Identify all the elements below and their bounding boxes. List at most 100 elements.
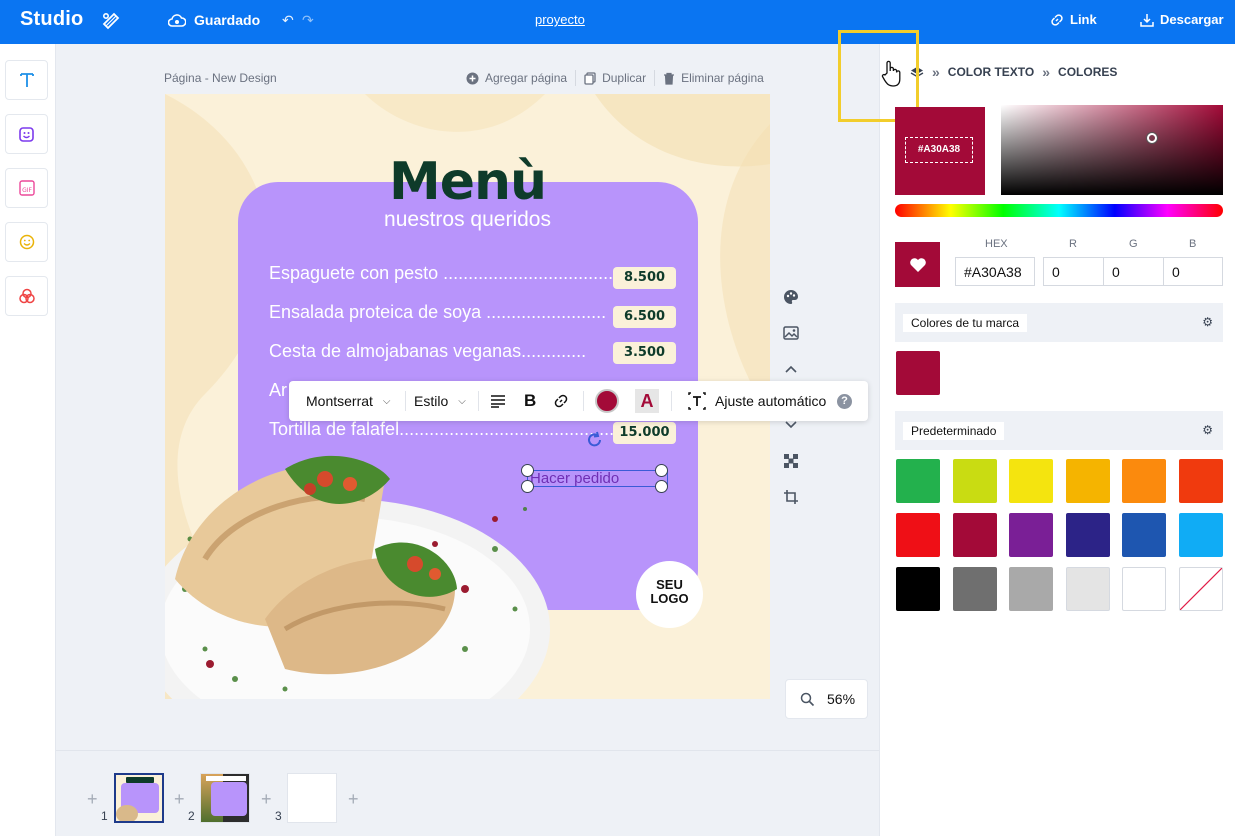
hue-slider[interactable] bbox=[895, 204, 1223, 217]
download-icon bbox=[1140, 13, 1154, 27]
price-tag[interactable]: 3.500 bbox=[613, 342, 676, 364]
color-swatch[interactable] bbox=[952, 513, 997, 557]
color-swatch[interactable] bbox=[1178, 513, 1223, 557]
zoom-control[interactable]: 56% bbox=[785, 679, 868, 719]
page-number: 3 bbox=[275, 809, 282, 823]
emoji-icon bbox=[19, 234, 34, 250]
settings-sliders-icon[interactable]: ⚙ bbox=[1202, 315, 1213, 329]
link-icon bbox=[1051, 13, 1063, 26]
color-swatch[interactable] bbox=[1009, 513, 1053, 557]
color-swatch[interactable] bbox=[1065, 513, 1110, 557]
menu-subtitle[interactable]: nuestros queridos bbox=[165, 208, 770, 232]
current-hex: #A30A38 bbox=[905, 137, 973, 163]
align-button[interactable] bbox=[490, 381, 506, 421]
resize-handle[interactable] bbox=[521, 464, 534, 477]
project-name[interactable]: proyecto bbox=[535, 12, 585, 27]
gif-tool[interactable]: GIF bbox=[5, 168, 48, 208]
picker-handle[interactable] bbox=[1147, 133, 1157, 143]
redo-icon[interactable]: ↷ bbox=[302, 12, 314, 29]
link-button[interactable]: Link bbox=[1050, 12, 1097, 27]
chevron-up-icon[interactable] bbox=[782, 360, 800, 378]
color-swatch[interactable] bbox=[1122, 513, 1166, 557]
link-text-button[interactable] bbox=[553, 381, 569, 421]
divider bbox=[583, 391, 584, 411]
wrap-food-image[interactable] bbox=[165, 449, 565, 699]
menu-item[interactable]: Cesta de almojabanas veganas............… bbox=[269, 341, 586, 362]
trash-icon bbox=[664, 72, 675, 85]
transparency-icon[interactable] bbox=[782, 452, 800, 470]
saturation-picker[interactable] bbox=[1001, 105, 1223, 195]
page-thumbnail[interactable] bbox=[287, 773, 337, 823]
page-thumbnail[interactable] bbox=[200, 773, 250, 823]
color-swatch[interactable] bbox=[1178, 567, 1223, 611]
auto-fit-button[interactable]: Ajuste automático bbox=[681, 381, 833, 421]
style-select[interactable]: Estilo ⌵ bbox=[414, 381, 466, 421]
price-tag[interactable]: 6.500 bbox=[613, 306, 676, 328]
color-swatch[interactable] bbox=[952, 459, 997, 503]
color-swatch[interactable] bbox=[896, 459, 940, 503]
color-swatch[interactable] bbox=[896, 567, 940, 611]
menu-item[interactable]: Ar bbox=[269, 380, 287, 401]
resize-handle[interactable] bbox=[521, 480, 534, 493]
brand-icon bbox=[102, 12, 120, 30]
text-tool[interactable] bbox=[5, 60, 48, 100]
help-icon[interactable]: ? bbox=[837, 381, 852, 421]
color-swatch[interactable] bbox=[1122, 459, 1166, 503]
g-input[interactable]: 0 bbox=[1103, 257, 1164, 286]
brand-logo[interactable]: Studio bbox=[20, 8, 83, 31]
bold-button[interactable]: B bbox=[524, 381, 536, 421]
r-input[interactable]: 0 bbox=[1043, 257, 1104, 286]
image-icon[interactable] bbox=[782, 324, 800, 342]
logo-placeholder[interactable]: SEU LOGO bbox=[636, 561, 703, 628]
text-color-button[interactable] bbox=[595, 381, 619, 421]
favorite-color-button[interactable] bbox=[895, 242, 940, 287]
undo-icon[interactable]: ↶ bbox=[282, 12, 294, 29]
font-select[interactable]: Montserrat ⌵ bbox=[306, 381, 391, 421]
crop-icon[interactable] bbox=[782, 488, 800, 506]
price-tag[interactable]: 8.500 bbox=[613, 267, 676, 289]
delete-page-button[interactable]: Eliminar página bbox=[663, 71, 764, 85]
palette-icon[interactable] bbox=[782, 288, 800, 306]
color-swatch[interactable] bbox=[896, 513, 940, 557]
rotate-handle-icon[interactable] bbox=[585, 430, 605, 450]
current-color-swatch[interactable]: #A30A38 bbox=[895, 107, 985, 195]
duplicate-button[interactable]: Duplicar bbox=[584, 71, 646, 85]
divider bbox=[478, 391, 479, 411]
resize-handle[interactable] bbox=[655, 464, 668, 477]
sticker-tool[interactable] bbox=[5, 114, 48, 154]
brand-color-swatch[interactable] bbox=[896, 351, 940, 395]
style-label: Estilo bbox=[414, 393, 449, 409]
add-page-after-icon[interactable]: + bbox=[348, 789, 359, 810]
add-page-before-icon[interactable]: + bbox=[87, 789, 98, 810]
order-text[interactable]: Hacer pedido bbox=[527, 470, 668, 487]
color-swatch[interactable] bbox=[1122, 567, 1166, 611]
saved-label: Guardado bbox=[194, 12, 261, 28]
add-page-button[interactable]: Agregar página bbox=[466, 71, 567, 85]
settings-sliders-icon[interactable]: ⚙ bbox=[1202, 423, 1213, 437]
color-swatch[interactable] bbox=[1009, 567, 1053, 611]
emoji-tool[interactable] bbox=[5, 222, 48, 262]
add-page-icon[interactable]: + bbox=[174, 789, 185, 810]
download-button[interactable]: Descargar bbox=[1140, 12, 1224, 27]
menu-title[interactable]: Menù bbox=[165, 152, 770, 212]
crumb-colors[interactable]: COLORES bbox=[1058, 65, 1117, 79]
b-input[interactable]: 0 bbox=[1163, 257, 1223, 286]
colors-tool[interactable] bbox=[5, 276, 48, 316]
resize-handle[interactable] bbox=[655, 480, 668, 493]
color-swatch[interactable] bbox=[952, 567, 997, 611]
menu-item[interactable]: Espaguete con pesto ....................… bbox=[269, 263, 633, 284]
chevron-down-icon[interactable] bbox=[782, 416, 800, 434]
text-highlight-button[interactable]: A bbox=[635, 381, 659, 421]
color-swatch[interactable] bbox=[1065, 567, 1110, 611]
color-swatch[interactable] bbox=[1009, 459, 1053, 503]
price-tag[interactable]: 15.000 bbox=[613, 422, 676, 444]
color-swatch[interactable] bbox=[1065, 459, 1110, 503]
b-label: B bbox=[1189, 238, 1197, 250]
hex-input[interactable]: #A30A38 bbox=[955, 257, 1035, 286]
page-number: 2 bbox=[188, 809, 195, 823]
add-page-icon[interactable]: + bbox=[261, 789, 272, 810]
color-swatch[interactable] bbox=[1178, 459, 1223, 503]
menu-item[interactable]: Ensalada proteica de soya ..............… bbox=[269, 302, 606, 323]
crumb-text-color[interactable]: COLOR TEXTO bbox=[948, 65, 1034, 79]
page-thumbnail[interactable] bbox=[114, 773, 164, 823]
